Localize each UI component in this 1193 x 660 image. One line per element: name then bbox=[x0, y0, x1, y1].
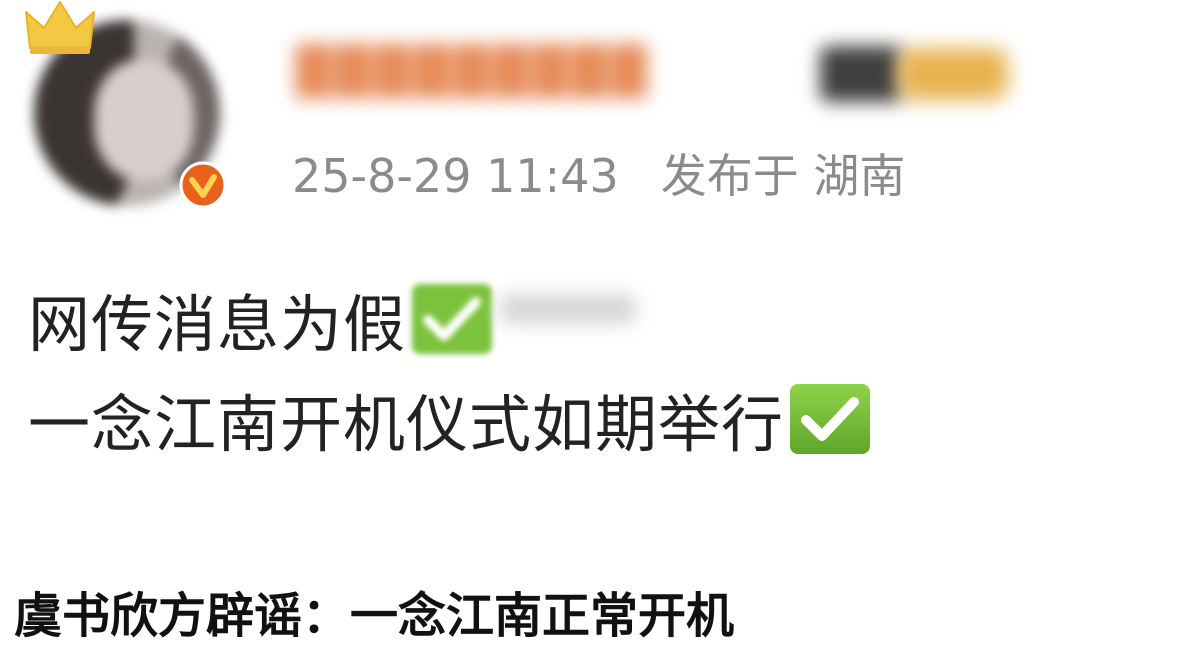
post-body-line-1: 网传消息为假 bbox=[28, 282, 639, 361]
redacted-text bbox=[498, 294, 639, 324]
author-avatar[interactable] bbox=[25, 1, 234, 220]
post-text-line-2: 一念江南开机仪式如期举行 bbox=[28, 388, 785, 461]
post-body-line-2: 一念江南开机仪式如期举行 bbox=[28, 382, 872, 461]
verified-badge-icon bbox=[179, 161, 227, 209]
post-location: 发布于 湖南 bbox=[660, 149, 906, 203]
level-badge bbox=[898, 48, 1008, 100]
check-mark-icon bbox=[412, 284, 493, 354]
member-badge bbox=[820, 46, 902, 102]
author-name[interactable]: █████████ bbox=[296, 40, 650, 102]
check-mark-icon bbox=[790, 384, 871, 454]
post-text-line-1: 网传消息为假 bbox=[28, 288, 407, 361]
crown-icon bbox=[25, 1, 95, 54]
post-meta: 25-8-29 11:43 发布于 湖南 bbox=[292, 146, 905, 206]
post-timestamp: 25-8-29 11:43 bbox=[292, 149, 619, 203]
caption-text: 虞书欣方辟谣：一念江南正常开机 bbox=[14, 588, 735, 644]
